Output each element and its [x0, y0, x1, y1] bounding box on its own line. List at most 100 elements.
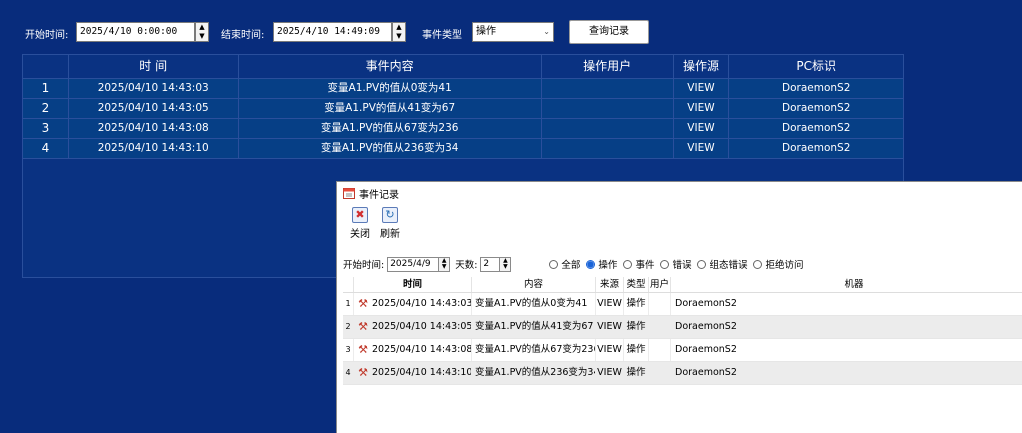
- row-number: 3: [343, 339, 354, 361]
- radio-access-denied[interactable]: 拒绝访问: [753, 257, 804, 271]
- radio-circle: [660, 259, 670, 269]
- cell-content: 变量A1.PV的值从236变为34: [239, 139, 542, 158]
- row-number: 2: [23, 99, 69, 118]
- column-header-type[interactable]: 类型: [624, 277, 649, 292]
- spin-up-icon[interactable]: ▲: [393, 23, 405, 32]
- column-header-machine[interactable]: 机器: [671, 277, 1022, 292]
- spin-down-icon[interactable]: ▼: [196, 32, 208, 41]
- cell-time: ⚒ 2025/04/10 14:43:05: [354, 316, 472, 338]
- table-row[interactable]: 2 2025/04/10 14:43:05 变量A1.PV的值从41变为67 V…: [23, 99, 903, 119]
- close-icon: ✖: [352, 207, 368, 223]
- spin-down-icon[interactable]: ▼: [393, 32, 405, 41]
- cell-source: VIEW: [596, 362, 624, 384]
- cell-machine: DoraemonS2: [675, 298, 737, 309]
- end-time-input[interactable]: 2025/4/10 14:49:09: [273, 22, 392, 42]
- dialog-start-spinner[interactable]: ▲ ▼: [439, 256, 451, 272]
- column-header-user[interactable]: 用户: [649, 277, 671, 292]
- query-records-button[interactable]: 查询记录: [569, 20, 649, 44]
- event-type-label: 事件类型: [422, 30, 462, 41]
- close-button[interactable]: ✖ 关闭: [345, 207, 375, 240]
- start-time-label: 开始时间:: [25, 30, 69, 41]
- cell-content: 变量A1.PV的值从0变为41: [472, 293, 596, 315]
- refresh-label: 刷新: [380, 229, 400, 240]
- cell-source: VIEW: [674, 119, 730, 138]
- table-row[interactable]: 1 ⚒ 2025/04/10 14:43:03 变量A1.PV的值从0变为41 V…: [343, 293, 1022, 316]
- cell-time: ⚒ 2025/04/10 14:43:10: [354, 362, 472, 384]
- cell-type: 操作: [624, 316, 649, 338]
- table-row[interactable]: 3 ⚒ 2025/04/10 14:43:08 变量A1.PV的值从67变为236…: [343, 339, 1022, 362]
- column-header-user[interactable]: 操作用户: [542, 55, 674, 78]
- table-row[interactable]: 3 2025/04/10 14:43:08 变量A1.PV的值从67变为236 …: [23, 119, 903, 139]
- event-record-dialog: 事件记录 ✖ 关闭 ↻ 刷新 开始时间: 2025/4/9 ▲ ▼ 天数: 2 ▲…: [336, 181, 1022, 433]
- row-number: 3: [23, 119, 69, 138]
- radio-label: 全部: [561, 260, 581, 271]
- table-row[interactable]: 1 2025/04/10 14:43:03 变量A1.PV的值从0变为41 VI…: [23, 79, 903, 99]
- radio-circle: [549, 259, 559, 269]
- end-time-spinner[interactable]: ▲ ▼: [392, 22, 406, 42]
- days-spinner[interactable]: ▲ ▼: [500, 256, 512, 272]
- spin-up-icon[interactable]: ▲: [196, 23, 208, 32]
- cell-time: 2025/04/10 14:43:03: [69, 79, 239, 98]
- tools-icon: ⚒: [358, 343, 368, 356]
- cell-source: VIEW: [674, 139, 730, 158]
- cell-source: VIEW: [596, 339, 624, 361]
- days-input[interactable]: 2: [480, 256, 501, 272]
- radio-all[interactable]: 全部: [549, 257, 580, 271]
- cell-user: [649, 339, 671, 361]
- radio-circle: [586, 259, 596, 269]
- radio-error[interactable]: 错误: [660, 257, 691, 271]
- end-time-label: 结束时间:: [221, 30, 265, 41]
- start-time-input[interactable]: 2025/4/10 0:00:00: [76, 22, 195, 42]
- radio-circle: [697, 259, 707, 269]
- column-header-source[interactable]: 来源: [596, 277, 624, 292]
- dialog-filter-bar: 开始时间: 2025/4/9 ▲ ▼ 天数: 2 ▲ ▼ 全部 操作 事件 错误 组…: [343, 255, 810, 273]
- radio-config-error[interactable]: 组态错误: [697, 257, 747, 271]
- dialog-start-input[interactable]: 2025/4/9: [387, 256, 440, 272]
- dialog-title: 事件记录: [359, 189, 399, 201]
- cell-time: 2025/04/10 14:43:05: [69, 99, 239, 118]
- cell-user: [649, 293, 671, 315]
- column-header-content[interactable]: 内容: [472, 277, 596, 292]
- event-type-value: 操作: [476, 26, 496, 37]
- cell-content: 变量A1.PV的值从67变为236: [239, 119, 542, 138]
- cell-pc: DoraemonS2: [782, 82, 851, 94]
- cell-source: VIEW: [596, 293, 624, 315]
- dialog-toolbar: ✖ 关闭 ↻ 刷新: [337, 204, 1022, 240]
- column-header-pc[interactable]: PC标识: [729, 55, 903, 78]
- radio-label: 操作: [598, 260, 618, 271]
- table-row[interactable]: 2 ⚒ 2025/04/10 14:43:05 变量A1.PV的值从41变为67 …: [343, 316, 1022, 339]
- table-row[interactable]: 4 2025/04/10 14:43:10 变量A1.PV的值从236变为34 …: [23, 139, 903, 159]
- grid-header: 时 间 事件内容 操作用户 操作源 PC标识: [23, 55, 903, 79]
- radio-label: 错误: [672, 260, 692, 271]
- cell-user: [542, 79, 674, 98]
- cell-time: 2025/04/10 14:43:10: [69, 139, 239, 158]
- cell-content: 变量A1.PV的值从0变为41: [239, 79, 542, 98]
- calendar-icon: [343, 188, 355, 199]
- table-row[interactable]: 4 ⚒ 2025/04/10 14:43:10 变量A1.PV的值从236变为34…: [343, 362, 1022, 385]
- column-header-source[interactable]: 操作源: [674, 55, 730, 78]
- row-number: 2: [343, 316, 354, 338]
- radio-operation[interactable]: 操作: [586, 257, 617, 271]
- refresh-button[interactable]: ↻ 刷新: [375, 207, 405, 240]
- column-header-time[interactable]: 时间: [354, 277, 472, 292]
- cell-content: 变量A1.PV的值从236变为34: [472, 362, 596, 384]
- row-header-corner: [343, 277, 354, 292]
- cell-time: ⚒ 2025/04/10 14:43:08: [354, 339, 472, 361]
- cell-user: [542, 119, 674, 138]
- cell-machine: DoraemonS2: [675, 367, 737, 378]
- cell-user: [542, 99, 674, 118]
- cell-pc: DoraemonS2: [782, 122, 851, 134]
- tools-icon: ⚒: [358, 297, 368, 310]
- cell-time-text: 2025/04/10 14:43:08: [372, 344, 472, 355]
- radio-event[interactable]: 事件: [623, 257, 654, 271]
- start-time-spinner[interactable]: ▲ ▼: [195, 22, 209, 42]
- dialog-titlebar[interactable]: 事件记录: [337, 182, 1022, 204]
- event-type-select[interactable]: 操作 ⌄: [472, 22, 554, 42]
- column-header-time[interactable]: 时 间: [69, 55, 239, 78]
- cell-time-text: 2025/04/10 14:43:05: [372, 321, 472, 332]
- row-number: 1: [343, 293, 354, 315]
- radio-circle: [753, 259, 763, 269]
- cell-source: VIEW: [674, 99, 730, 118]
- row-number: 4: [23, 139, 69, 158]
- column-header-content[interactable]: 事件内容: [239, 55, 542, 78]
